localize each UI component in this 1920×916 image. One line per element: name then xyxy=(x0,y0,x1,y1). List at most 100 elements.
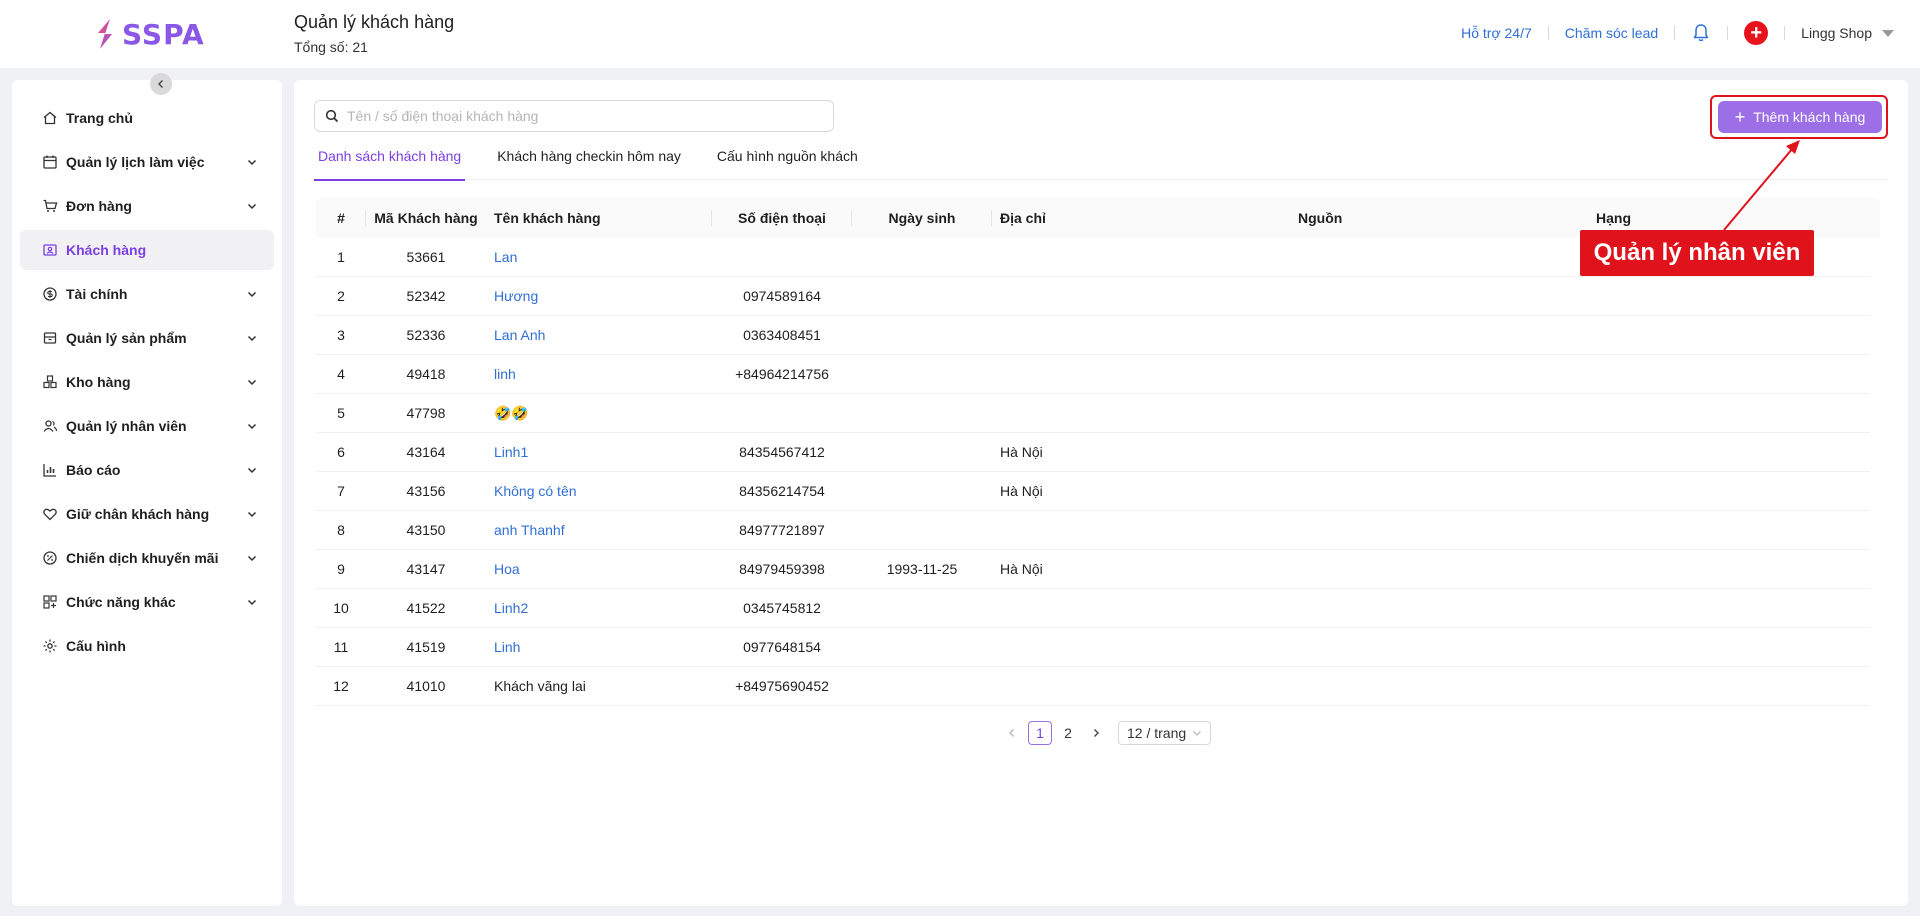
row-number-text: 6 xyxy=(337,444,345,460)
customer-source xyxy=(1290,394,1588,432)
sidebar-item-products[interactable]: Quản lý sản phẩm xyxy=(20,318,274,358)
search-box[interactable] xyxy=(314,100,834,132)
collapse-sidebar-button[interactable] xyxy=(150,73,172,95)
tab-source-config[interactable]: Cấu hình nguồn khách xyxy=(713,140,862,180)
customer-name[interactable]: Linh1 xyxy=(486,433,712,471)
customer-phone: 0363408451 xyxy=(712,316,852,354)
customer-id-text: 52342 xyxy=(406,288,446,304)
customer-phone: 84354567412 xyxy=(712,433,852,471)
table-row[interactable]: 9 43147 Hoa 84979459398 1993-11-25 Hà Nội xyxy=(316,550,1870,589)
bell-icon[interactable] xyxy=(1691,23,1711,43)
customer-name-text[interactable]: Hương xyxy=(494,288,538,304)
customer-name-text[interactable]: Linh1 xyxy=(494,444,528,460)
page-button[interactable]: 1 xyxy=(1028,721,1052,745)
chevron-down-icon xyxy=(247,423,257,430)
sidebar-item-label: Chức năng khác xyxy=(66,594,176,610)
tab-checkin-today[interactable]: Khách hàng checkin hôm nay xyxy=(493,140,685,180)
tab-customer-list[interactable]: Danh sách khách hàng xyxy=(314,140,466,181)
customer-name[interactable]: linh xyxy=(486,355,712,393)
lead-care-link[interactable]: Chăm sóc lead xyxy=(1565,25,1658,41)
shop-selector[interactable]: Lingg Shop xyxy=(1801,25,1872,41)
sidebar-item-customers[interactable]: Khách hàng xyxy=(20,230,274,270)
customer-phone-text: 0977648154 xyxy=(743,639,821,655)
row-number-text: 4 xyxy=(337,366,345,382)
quick-add-icon[interactable]: + xyxy=(1744,21,1769,45)
table-row[interactable]: 6 43164 Linh1 84354567412 Hà Nội xyxy=(316,433,1870,472)
table-row[interactable]: 11 41519 Linh 0977648154 xyxy=(316,628,1870,667)
customer-name[interactable]: Linh2 xyxy=(486,589,712,627)
customer-dob xyxy=(852,277,992,315)
customer-name[interactable]: Lan xyxy=(486,238,712,276)
brand-logo[interactable]: SSPA xyxy=(94,14,205,54)
row-number-text: 8 xyxy=(337,522,345,538)
row-number-text: 2 xyxy=(337,288,345,304)
sidebar-item-home[interactable]: Trang chủ xyxy=(20,98,274,138)
customer-name-text[interactable]: anh Thanhf xyxy=(494,522,565,538)
customer-name-text[interactable]: Lan xyxy=(494,249,517,265)
table-row[interactable]: 4 49418 linh +84964214756 xyxy=(316,355,1870,394)
customer-name-text[interactable]: Lan Anh xyxy=(494,327,545,343)
prev-page-button[interactable] xyxy=(1000,721,1024,745)
customer-address xyxy=(992,511,1290,549)
search-input[interactable] xyxy=(347,108,823,124)
customer-name[interactable]: Hoa xyxy=(486,550,712,588)
next-page-button[interactable] xyxy=(1084,721,1108,745)
row-number: 9 xyxy=(316,550,366,588)
sidebar-item-orders[interactable]: Đơn hàng xyxy=(20,186,274,226)
sidebar-item-settings[interactable]: Cấu hình xyxy=(20,626,274,666)
sidebar-item-schedule[interactable]: Quản lý lịch làm việc xyxy=(20,142,274,182)
add-customer-button[interactable]: + Thêm khách hàng xyxy=(1718,101,1882,133)
chevron-left-icon xyxy=(158,80,163,88)
customer-name-text[interactable]: Linh2 xyxy=(494,600,528,616)
row-number-text: 5 xyxy=(337,405,345,421)
sidebar-item-promotions[interactable]: Chiến dịch khuyến mãi xyxy=(20,538,274,578)
table-row[interactable]: 12 41010 Khách vãng lai +84975690452 xyxy=(316,667,1870,706)
calendar-icon xyxy=(43,155,57,169)
customer-name-text: 🤣🤣 xyxy=(494,404,529,421)
table-row[interactable]: 8 43150 anh Thanhf 84977721897 xyxy=(316,511,1870,550)
page-size-select[interactable]: 12 / trang xyxy=(1118,721,1212,745)
customer-name-text[interactable]: linh xyxy=(494,366,516,382)
customer-name[interactable]: Lan Anh xyxy=(486,316,712,354)
customer-id: 52336 xyxy=(366,316,486,354)
customer-name[interactable]: Hương xyxy=(486,277,712,315)
customer-id: 53661 xyxy=(366,238,486,276)
sidebar-item-reports[interactable]: Báo cáo xyxy=(20,450,274,490)
customer-address xyxy=(992,277,1290,315)
sidebar-item-retention[interactable]: Giữ chân khách hàng xyxy=(20,494,274,534)
customer-name[interactable]: anh Thanhf xyxy=(486,511,712,549)
row-number-text: 3 xyxy=(337,327,345,343)
row-number-text: 1 xyxy=(337,249,345,265)
chevron-right-icon xyxy=(1094,729,1099,737)
table-row[interactable]: 5 47798 🤣🤣 xyxy=(316,394,1870,433)
chevron-down-icon xyxy=(247,467,257,474)
sidebar-item-warehouse[interactable]: Kho hàng xyxy=(20,362,274,402)
sidebar-item-other[interactable]: Chức năng khác xyxy=(20,582,274,622)
customer-name-text[interactable]: Linh xyxy=(494,639,520,655)
caret-down-icon[interactable] xyxy=(1882,29,1894,37)
sidebar-item-label: Quản lý sản phẩm xyxy=(66,330,187,346)
customer-name-text[interactable]: Hoa xyxy=(494,561,520,577)
row-number: 6 xyxy=(316,433,366,471)
table-row[interactable]: 10 41522 Linh2 0345745812 xyxy=(316,589,1870,628)
page-button[interactable]: 2 xyxy=(1056,721,1080,745)
sidebar-item-finance[interactable]: Tài chính xyxy=(20,274,274,314)
customer-name[interactable]: Không có tên xyxy=(486,472,712,510)
customer-phone: 0977648154 xyxy=(712,628,852,666)
customer-address-text: Hà Nội xyxy=(1000,561,1043,577)
customer-name[interactable]: Linh xyxy=(486,628,712,666)
sidebar-item-staff[interactable]: Quản lý nhân viên xyxy=(20,406,274,446)
customer-name-text: Khách vãng lai xyxy=(494,678,586,694)
row-number: 2 xyxy=(316,277,366,315)
customer-phone-text: 84979459398 xyxy=(739,561,825,577)
chevron-down-icon xyxy=(247,379,257,386)
customer-name-text[interactable]: Không có tên xyxy=(494,483,577,499)
table-row[interactable]: 7 43156 Không có tên 84356214754 Hà Nội xyxy=(316,472,1870,511)
sidebar-item-label: Báo cáo xyxy=(66,462,121,478)
table-row[interactable]: 3 52336 Lan Anh 0363408451 xyxy=(316,316,1870,355)
chevron-down-icon xyxy=(247,335,257,342)
customer-rank xyxy=(1588,316,1870,354)
support-link[interactable]: Hỗ trợ 24/7 xyxy=(1461,25,1532,41)
customer-phone-text: 0363408451 xyxy=(743,327,821,343)
table-row[interactable]: 2 52342 Hương 0974589164 xyxy=(316,277,1870,316)
